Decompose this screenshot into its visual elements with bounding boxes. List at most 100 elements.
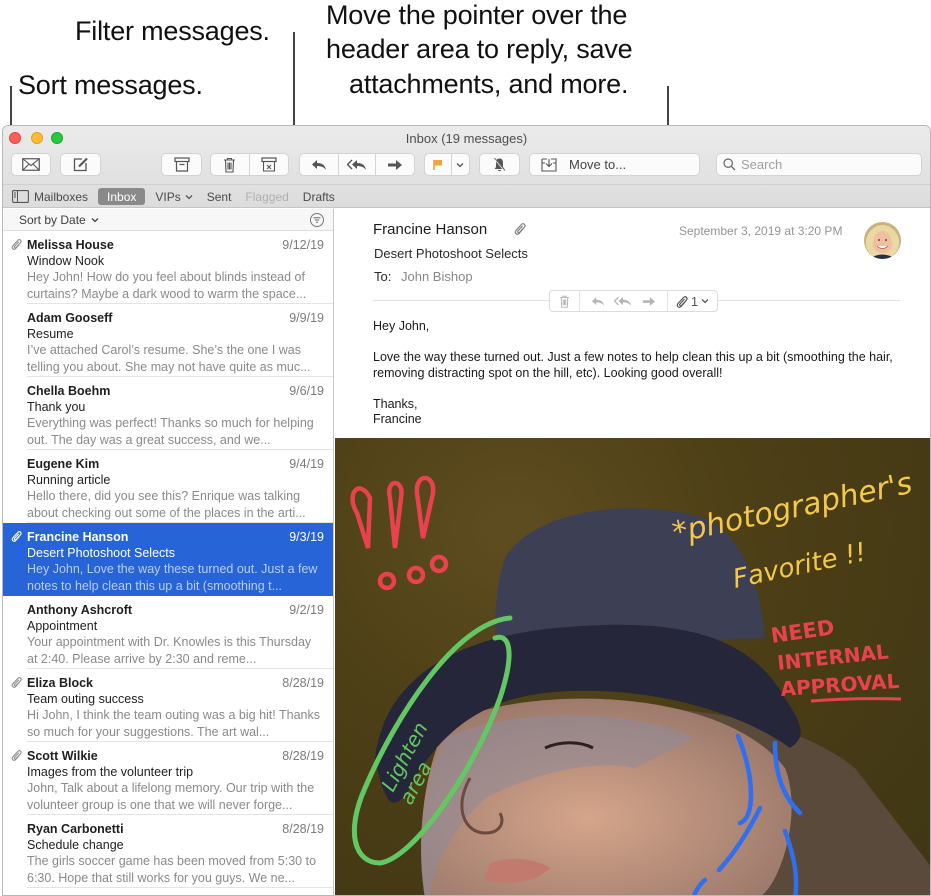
flag-menu-button[interactable] [452,154,469,175]
archive-button[interactable] [161,153,202,176]
message-to[interactable]: John Bishop [401,269,473,284]
message-preview: I’ve attached Carol’s resume. She’s the … [27,343,311,374]
favorites-drafts-button[interactable]: Drafts [303,188,335,205]
message-preview: Hey John, Love the way these turned out.… [27,562,318,593]
message-sender: Scott Wilkie [27,749,98,763]
annotation-photographers-line2: Favorite !! [730,537,869,594]
message-list-item[interactable]: Ryan Carbonetti 8/28/19 Schedule change The… [3,815,333,888]
chevron-down-icon [701,299,709,304]
favorites-flagged-button[interactable]: Flagged [245,188,288,205]
message-date: 9/3/19 [289,530,324,544]
hover-delete-button[interactable] [550,291,580,311]
chevron-down-icon [91,217,99,222]
favorites-vips-button[interactable]: VIPs [155,188,193,205]
bell-slash-icon [493,157,506,172]
sort-by-date-button[interactable]: Sort by Date [19,213,99,227]
annotation-photographers-line1: *photographer's [669,466,915,551]
flag-button[interactable] [425,154,452,175]
message-from: Francine Hanson [373,221,488,238]
annotation-need-line3: APPROVAL [780,669,901,701]
filter-icon [313,217,321,223]
hover-reply-actions [580,291,668,311]
message-subject: Window Nook [27,254,105,268]
favorites-sent-button[interactable]: Sent [207,188,232,205]
photo-artwork: *photographer's Favorite !! NEED INTERNA… [350,466,930,895]
favorites-mailboxes-label: Mailboxes [34,189,89,204]
reading-pane: Francine Hanson Desert Photoshoot Select… [335,209,930,895]
mail-window: Inbox (19 messages) Move to... Search Ma… [2,125,931,896]
compose-icon [73,157,88,172]
message-preview: Everything was perfect! Thanks so much f… [27,416,314,447]
reply-all-icon[interactable] [614,296,632,307]
message-to-label: To: [374,269,392,284]
avatar-face [869,225,896,259]
paperclip-icon [676,295,688,308]
message-list-item[interactable]: Eugene Kim 9/4/19 Running article Hello the… [3,450,333,523]
favorites-drafts-label: Drafts [302,189,335,204]
filter-button[interactable] [310,213,324,227]
search-field[interactable] [716,153,922,176]
message-body: Hey John, Love the way these turned out.… [373,319,900,443]
paperclip-icon [11,677,22,688]
paperclip-icon [11,239,22,250]
message-date: 8/28/19 [282,749,324,763]
search-input[interactable] [741,157,911,172]
message-list-item[interactable]: Francine Hanson 9/3/19 Desert Photoshoot S… [3,523,333,596]
envelope-icon [22,158,40,171]
message-sender: Chella Boehm [27,384,111,398]
message-body-greeting: Hey John, [373,319,430,333]
favorites-flagged-label: Flagged [245,189,289,204]
reply-all-button[interactable] [339,154,377,175]
forward-button[interactable] [376,154,414,175]
junk-button[interactable] [250,154,289,175]
compose-button[interactable] [60,153,101,176]
message-subject: Running article [27,473,111,487]
message-date: 9/4/19 [289,457,324,471]
message-preview: The girls soccer game has been moved fro… [27,854,317,885]
archive-icon [173,157,190,172]
message-sender: Melissa House [27,238,114,252]
flag-group [424,153,470,176]
message-preview: John, Talk about a lifelong memory. Our … [27,781,315,812]
message-list-item[interactable]: Anthony Ashcroft 9/2/19 Appointment Your ap… [3,596,333,669]
message-sender: Eugene Kim [27,457,100,471]
favorites-mailboxes-button[interactable]: Mailboxes [12,188,88,205]
move-to-icon [541,157,557,172]
message-list-item[interactable]: Chella Boehm 9/6/19 Thank you Everything wa… [3,377,333,450]
reply-button[interactable] [300,154,339,175]
message-list-items: Melissa House 9/12/19 Window Nook Hey John!… [3,231,333,888]
flag-icon [433,159,442,170]
message-date: September 3, 2019 at 3:20 PM [679,224,843,238]
junk-icon [261,157,277,172]
delete-button[interactable] [211,154,250,175]
titlebar: Inbox (19 messages) Move to... Search Ma… [3,126,930,208]
hover-attachments-button[interactable]: 1 [668,291,717,311]
message-date: 9/12/19 [282,238,324,252]
reply-group [299,153,415,176]
message-list-item[interactable]: Scott Wilkie 8/28/19 Images from the volun… [3,742,333,815]
message-list-item[interactable]: Eliza Block 8/28/19 Team outing success Hi … [3,669,333,742]
message-list-item[interactable]: Melissa House 9/12/19 Window Nook Hey John!… [3,231,333,304]
attachment-count: 1 [690,293,699,309]
message-sender: Anthony Ashcroft [27,603,133,617]
forward-icon[interactable] [642,296,656,307]
message-subject: Desert Photoshoot Selects [27,546,175,560]
reply-icon[interactable] [591,296,605,307]
delete-junk-group [210,153,289,176]
message-subject: Resume [27,327,74,341]
sender-avatar [864,222,901,259]
mute-button[interactable] [479,153,520,176]
sort-bar: Sort by Date [3,209,333,231]
message-list-item[interactable]: Adam Gooseff 9/9/19 Resume I’ve attached Ca… [3,304,333,377]
message-sender: Adam Gooseff [27,311,113,325]
get-mail-button[interactable] [11,153,51,176]
attached-photo[interactable]: *photographer's Favorite !! NEED INTERNA… [335,438,930,895]
message-date: 9/2/19 [289,603,324,617]
reply-icon [311,159,326,170]
callout-header-area-line1: Move the pointer over the [326,0,628,30]
annotation-exclamation-marks [350,475,449,591]
move-to-button[interactable]: Move to... [529,153,700,176]
callout-filter-messages: Filter messages. [75,16,270,46]
favorites-inbox-button[interactable]: Inbox [98,188,146,205]
message-date: 9/6/19 [289,384,324,398]
